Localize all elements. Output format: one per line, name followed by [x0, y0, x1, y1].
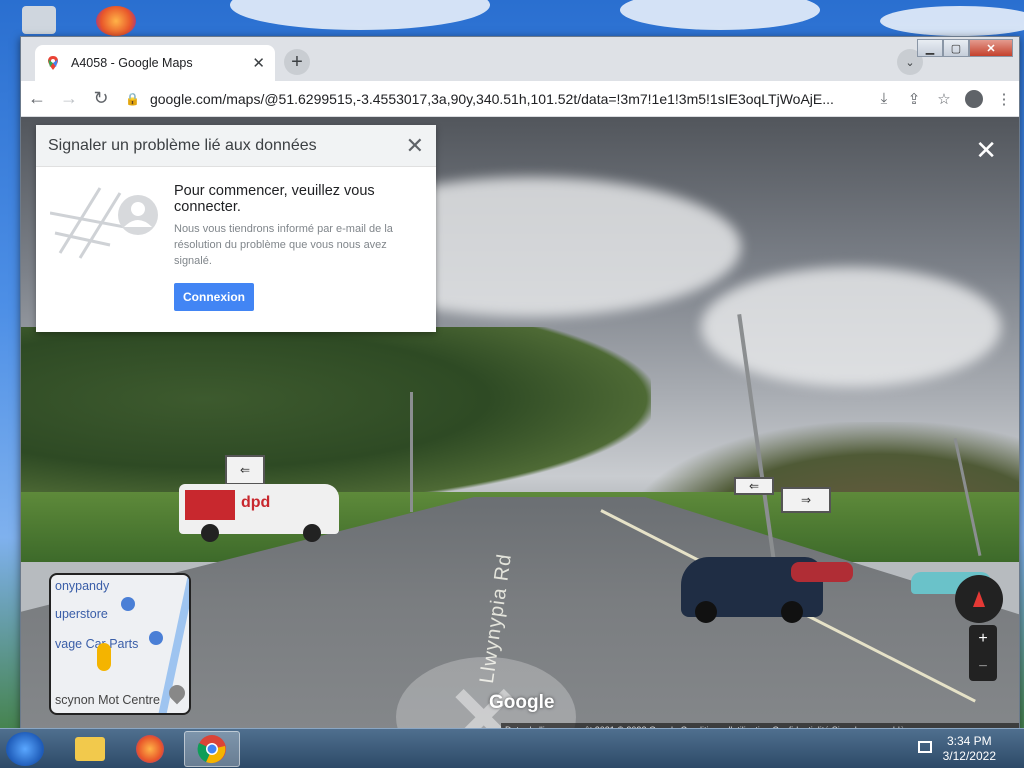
window-close-button[interactable]: ✕	[969, 39, 1013, 57]
url-text: google.com/maps/@51.6299515,-3.4553017,3…	[149, 90, 834, 107]
panel-title: Signaler un problème lié aux données	[48, 136, 317, 154]
street-view[interactable]: ⇐ ⇐ ⇒ dpd Llwynypia Rd ✕ Signaler un pro…	[21, 117, 1019, 735]
taskbar: 3:34 PM 3/12/2022	[0, 728, 1024, 768]
tab-google-maps[interactable]: A4058 - Google Maps ✕	[35, 45, 275, 81]
minimap-label: uperstore	[55, 607, 108, 621]
address-bar[interactable]: 🔒 google.com/maps/@51.6299515,-3.4553017…	[117, 84, 869, 113]
sign-in-button[interactable]: Connexion	[174, 283, 254, 311]
profile-avatar-icon[interactable]	[959, 84, 989, 114]
delivery-van: dpd	[179, 484, 339, 542]
chrome-taskbar-icon[interactable]	[184, 731, 240, 767]
file-explorer-icon[interactable]	[62, 731, 118, 767]
forward-icon[interactable]: →	[53, 83, 85, 115]
road-sign: ⇐	[225, 455, 265, 485]
tab-title: A4058 - Google Maps	[71, 56, 193, 70]
recycle-bin-icon[interactable]	[22, 6, 56, 34]
clock-date: 3/12/2022	[942, 749, 996, 763]
browser-menu-icon[interactable]: ⋮	[989, 84, 1019, 114]
browser-window: A4058 - Google Maps ✕ + ⌄ ▁ ▢ ✕ ← → ↻ 🔒 …	[20, 36, 1020, 736]
tab-strip: A4058 - Google Maps ✕ + ⌄ ▁ ▢ ✕	[21, 37, 1019, 81]
back-icon[interactable]: ←	[21, 83, 53, 115]
shopping-icon	[149, 631, 163, 645]
start-button[interactable]	[6, 732, 44, 766]
minimap[interactable]: onypandy uperstore vage Car Parts scynon…	[49, 573, 191, 715]
clock-time: 3:34 PM	[946, 734, 992, 748]
bookmark-star-icon[interactable]: ☆	[929, 84, 959, 114]
share-icon[interactable]: ⇪	[899, 84, 929, 114]
map-person-illustration	[50, 187, 158, 259]
google-maps-icon	[48, 56, 58, 70]
window-controls: ▁ ▢ ✕	[917, 39, 1013, 57]
minimap-label: onypandy	[55, 579, 110, 593]
new-tab-button[interactable]: +	[284, 49, 310, 75]
red-car	[791, 562, 853, 582]
van-logo: dpd	[241, 494, 271, 511]
tab-close-icon[interactable]: ✕	[252, 54, 265, 72]
pegman-icon[interactable]	[97, 643, 111, 671]
zoom-out-button[interactable]: −	[978, 658, 987, 676]
shopping-icon	[121, 597, 135, 611]
panel-heading: Pour commencer, veuillez vous connecter.	[174, 183, 375, 215]
panel-close-icon[interactable]: ✕	[406, 133, 424, 159]
google-logo: Google	[489, 692, 555, 713]
maximize-button[interactable]: ▢	[943, 39, 969, 57]
lamp-post	[410, 392, 413, 512]
panel-header: Signaler un problème lié aux données ✕	[36, 125, 436, 167]
report-problem-panel: Signaler un problème lié aux données ✕ P…	[36, 125, 436, 332]
firefox-desktop-icon[interactable]	[96, 6, 136, 36]
browser-toolbar: ← → ↻ 🔒 google.com/maps/@51.6299515,-3.4…	[21, 81, 1019, 117]
lock-icon[interactable]: 🔒	[125, 92, 140, 106]
network-icon[interactable]	[918, 741, 932, 753]
compass-icon[interactable]	[955, 575, 1003, 623]
panel-body: Pour commencer, veuillez vous connecter.…	[174, 183, 419, 311]
panel-description: Nous vous tiendrons informé par e-mail d…	[174, 223, 393, 267]
road-sign: ⇒	[781, 487, 831, 513]
hillside-left	[21, 327, 651, 507]
minimize-button[interactable]: ▁	[917, 39, 943, 57]
firefox-taskbar-icon[interactable]	[122, 731, 178, 767]
reload-icon[interactable]: ↻	[85, 83, 117, 115]
road-sign: ⇐	[734, 477, 774, 495]
system-clock[interactable]: 3:34 PM 3/12/2022	[943, 734, 996, 764]
minimap-label: scynon Mot Centre	[55, 693, 160, 707]
install-app-icon[interactable]: ⤓	[869, 84, 899, 114]
zoom-control: + −	[969, 625, 997, 681]
zoom-in-button[interactable]: +	[978, 630, 987, 648]
close-street-view-icon[interactable]: ✕	[975, 135, 997, 166]
